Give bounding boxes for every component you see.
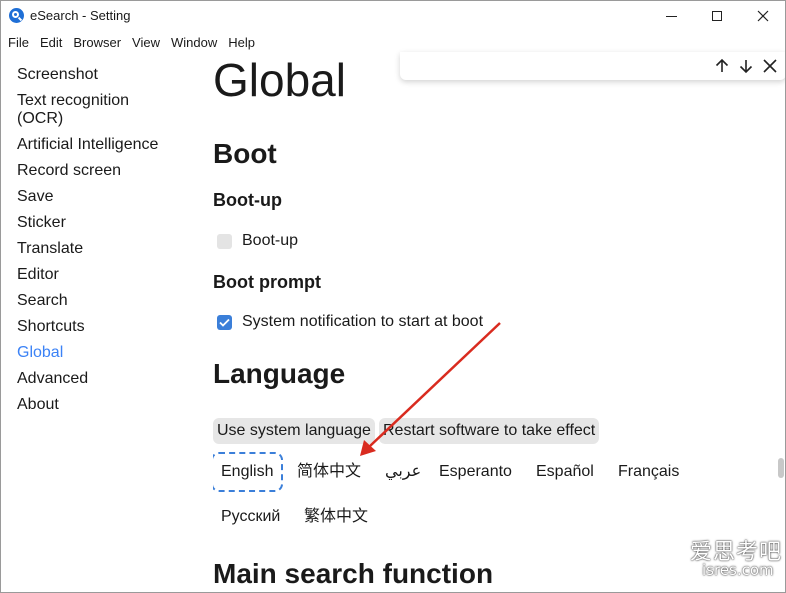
sidebar-item-editor[interactable]: Editor <box>17 266 59 284</box>
boot-prompt-label: System notification to start at boot <box>242 313 484 330</box>
settings-content: Global Boot Boot-up Boot-up Boot prompt … <box>213 52 773 593</box>
sidebar-item-ocr-line1: Text recognition <box>17 92 130 109</box>
bootup-checkbox-row[interactable]: Boot-up <box>217 232 298 250</box>
bootup-label: Boot-up <box>242 232 299 249</box>
language-option-arabic[interactable]: عربي <box>385 462 421 482</box>
minimize-icon <box>665 15 677 17</box>
close-icon <box>757 10 769 22</box>
sidebar-item-save[interactable]: Save <box>17 188 53 206</box>
language-option-esperanto[interactable]: Esperanto <box>439 462 512 482</box>
menu-window[interactable]: Window <box>167 35 221 50</box>
section-heading-main-search: Main search function <box>213 558 494 589</box>
section-heading-language: Language <box>213 358 346 389</box>
close-icon <box>763 59 777 73</box>
sidebar-item-search[interactable]: Search <box>17 292 68 310</box>
sidebar-item-sticker[interactable]: Sticker <box>17 214 66 232</box>
subheading-boot-prompt: Boot prompt <box>213 272 321 292</box>
menu-view[interactable]: View <box>128 35 164 50</box>
checkmark-icon <box>219 318 230 327</box>
sidebar-item-record-screen[interactable]: Record screen <box>17 162 121 180</box>
maximize-button[interactable] <box>694 0 740 32</box>
maximize-icon <box>712 11 722 21</box>
language-option-traditional-chinese[interactable]: 繁体中文 <box>304 507 368 527</box>
sidebar-item-ocr-line2: (OCR) <box>17 110 64 127</box>
sidebar-item-screenshot[interactable]: Screenshot <box>17 66 98 84</box>
sidebar-item-shortcuts[interactable]: Shortcuts <box>17 318 85 336</box>
scrollbar-thumb[interactable] <box>778 458 784 478</box>
menu-help[interactable]: Help <box>224 35 259 50</box>
language-option-simplified-chinese[interactable]: 简体中文 <box>297 462 361 482</box>
menu-bar: File Edit Browser View Window Help <box>0 32 786 52</box>
esearch-logo-icon <box>9 8 24 23</box>
subheading-boot-up: Boot-up <box>213 190 282 210</box>
find-bar <box>400 52 786 80</box>
minimize-button[interactable] <box>648 0 694 32</box>
boot-prompt-checkbox-row[interactable]: System notification to start at boot <box>217 313 483 331</box>
sidebar-item-translate[interactable]: Translate <box>17 240 83 258</box>
sidebar-item-global[interactable]: Global <box>17 344 63 362</box>
close-window-button[interactable] <box>740 0 786 32</box>
menu-file[interactable]: File <box>4 35 33 50</box>
use-system-language-button[interactable]: Use system language <box>213 418 375 444</box>
title-bar: eSearch - Setting <box>0 0 786 32</box>
sidebar-item-ai[interactable]: Artificial Intelligence <box>17 136 158 154</box>
find-close-button[interactable] <box>760 56 780 76</box>
menu-edit[interactable]: Edit <box>36 35 66 50</box>
bootup-checkbox[interactable] <box>217 233 232 249</box>
restart-software-button[interactable]: Restart software to take effect <box>379 418 600 444</box>
language-option-french[interactable]: Français <box>618 462 679 482</box>
watermark-url: isres.com <box>702 561 774 579</box>
page-title: Global <box>213 54 346 106</box>
language-option-spanish[interactable]: Español <box>536 462 594 482</box>
section-heading-boot: Boot <box>213 138 277 169</box>
sidebar-item-advanced[interactable]: Advanced <box>17 370 88 388</box>
sidebar-item-ocr[interactable]: Text recognition (OCR) <box>17 92 129 128</box>
find-next-button[interactable] <box>736 56 756 76</box>
sidebar-item-about[interactable]: About <box>17 396 59 414</box>
boot-prompt-checkbox[interactable] <box>217 314 232 330</box>
arrow-up-icon <box>715 58 729 72</box>
arrow-down-icon <box>739 60 753 74</box>
language-option-english[interactable]: English <box>213 452 284 492</box>
window-title: eSearch - Setting <box>30 8 131 23</box>
find-previous-button[interactable] <box>712 56 732 76</box>
language-option-russian[interactable]: Русский <box>221 507 280 527</box>
menu-browser[interactable]: Browser <box>69 35 125 50</box>
